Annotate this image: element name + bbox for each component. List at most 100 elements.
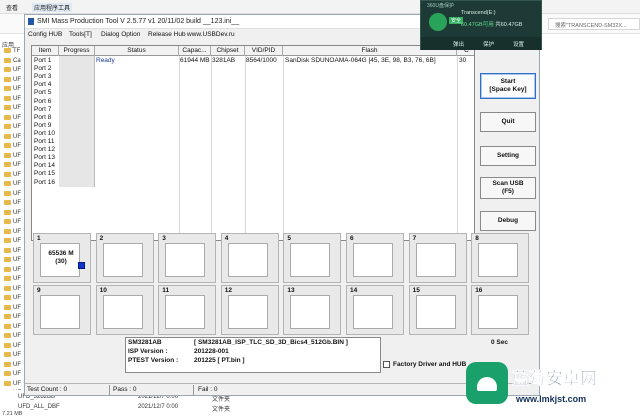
col-vidpid[interactable]: VID/PID xyxy=(245,46,283,56)
port-row[interactable]: Port 7 xyxy=(32,106,474,114)
nav-folder-item[interactable]: UF xyxy=(4,152,21,159)
ribbon-tab-view[interactable]: 查看 xyxy=(6,3,18,12)
nav-folder-item[interactable]: UF xyxy=(4,162,21,168)
port-row[interactable]: Port 1 Ready 61944 MB 3281AB 8564/1000 SanDis… xyxy=(32,57,474,65)
menu-tools[interactable]: Tools[T] xyxy=(69,31,92,38)
nav-folder-item[interactable]: UF xyxy=(4,209,21,216)
menu-dialog-option[interactable]: Dialog Option xyxy=(101,31,140,38)
port-status-led-icon xyxy=(78,262,85,269)
nav-folder-label: UF xyxy=(13,181,21,188)
port-box-1[interactable]: 1 65536 M (30) xyxy=(33,233,91,283)
nav-folder-item[interactable]: UF xyxy=(4,257,21,263)
col-progress[interactable]: Progress xyxy=(59,46,95,56)
nav-folder-item[interactable]: UF xyxy=(4,380,21,387)
port-box-6[interactable]: 6 xyxy=(346,233,404,283)
port-row[interactable]: Port 9 xyxy=(32,122,474,130)
port-box-13[interactable]: 13 xyxy=(283,285,342,335)
checkbox-box[interactable] xyxy=(383,361,390,368)
port-row[interactable]: Port 6 xyxy=(32,98,474,106)
nav-folder-item[interactable]: UF xyxy=(4,276,21,282)
nav-folder-item[interactable]: UF xyxy=(4,333,21,339)
port-box-4[interactable]: 4 xyxy=(220,233,279,283)
port-row[interactable]: Port 12 xyxy=(32,146,474,154)
explorer-search-input[interactable]: 搜索"TRANSCEND-SM32X... xyxy=(548,18,640,30)
nav-folder-item[interactable]: UF xyxy=(4,228,21,235)
nav-folder-item[interactable]: UF xyxy=(4,86,21,92)
port-box-16[interactable]: 16 xyxy=(471,285,530,335)
port-row[interactable]: Port 5 xyxy=(32,89,474,97)
quit-button[interactable]: Quit xyxy=(480,112,536,132)
nav-folder-item[interactable]: UF xyxy=(4,200,21,206)
port-box-8[interactable]: 8 xyxy=(471,233,530,283)
nav-folder-item[interactable]: UF xyxy=(4,67,21,73)
port-box-12[interactable]: 12 xyxy=(220,285,279,335)
fail-count: Fail : 0 xyxy=(198,386,218,393)
factory-driver-checkbox[interactable]: Factory Driver and HUB xyxy=(383,361,466,368)
nav-folder-item[interactable]: UF xyxy=(4,266,21,273)
nav-folder-item[interactable]: UF xyxy=(4,352,21,358)
col-chipset[interactable]: Chipset xyxy=(211,46,245,56)
nav-folder-item[interactable]: UF xyxy=(4,219,21,225)
nav-folder-item[interactable]: UF xyxy=(4,342,21,349)
debug-button[interactable]: Debug xyxy=(480,211,536,231)
ribbon-tab-app-tools[interactable]: 应用程序工具 xyxy=(32,3,73,12)
nav-folder-item[interactable]: UF xyxy=(4,133,21,140)
port-box-number: 10 xyxy=(99,287,107,294)
nav-folder-item[interactable]: UF xyxy=(4,238,21,244)
col-status[interactable]: Status xyxy=(95,46,179,56)
port-box-9[interactable]: 9 xyxy=(33,285,91,335)
nav-folder-item[interactable]: UF xyxy=(4,95,21,102)
nav-folder-item[interactable]: UF xyxy=(4,190,21,197)
port-row[interactable]: Port 13 xyxy=(32,154,474,162)
port-box-7[interactable]: 7 xyxy=(408,233,467,283)
nav-folder-item[interactable]: TF xyxy=(4,48,20,54)
scan-usb-button[interactable]: Scan USB (F5) xyxy=(480,177,536,199)
nav-folder-item[interactable]: UF xyxy=(4,323,21,330)
settings-action[interactable]: 设置 xyxy=(513,40,524,48)
port-box-11[interactable]: 11 xyxy=(158,285,217,335)
port-box-2[interactable]: 2 xyxy=(95,233,154,283)
nav-folder-item[interactable]: UF xyxy=(4,285,21,292)
nav-folder-item[interactable]: UF xyxy=(4,171,21,178)
port-row[interactable]: Port 2 xyxy=(32,65,474,73)
nav-folder-item[interactable]: UF xyxy=(4,124,21,130)
col-item[interactable]: Item xyxy=(32,46,59,56)
nav-folder-item[interactable]: UF xyxy=(4,76,21,83)
port-box-number: 14 xyxy=(350,287,358,294)
port-row[interactable]: Port 16 xyxy=(32,179,474,187)
eject-action[interactable]: 弹出 xyxy=(453,40,464,48)
nav-folder-item[interactable]: UF xyxy=(4,247,21,254)
port-box-3[interactable]: 3 xyxy=(158,233,217,283)
nav-folder-item[interactable]: UF xyxy=(4,314,21,320)
menu-release-hub[interactable]: Release Hub xyxy=(148,31,186,38)
nav-folder-item[interactable]: UF xyxy=(4,105,21,111)
menu-config-hub[interactable]: Config HUB xyxy=(28,31,62,38)
col-capacity[interactable]: Capac... xyxy=(179,46,211,56)
nav-folder-label: UF xyxy=(13,114,21,121)
port-row[interactable]: Port 14 xyxy=(32,162,474,170)
nav-folder-item[interactable]: UF xyxy=(4,295,21,301)
setting-button[interactable]: Setting xyxy=(480,146,536,166)
port-row[interactable]: Port 15 xyxy=(32,170,474,178)
port-box-14[interactable]: 14 xyxy=(346,285,404,335)
nav-folder-item[interactable]: Ca xyxy=(4,57,21,64)
port-row[interactable]: Port 11 xyxy=(32,138,474,146)
protect-action[interactable]: 保护 xyxy=(483,40,494,48)
port-row[interactable]: Port 3 xyxy=(32,73,474,81)
folder-icon xyxy=(4,86,11,91)
port-box-5[interactable]: 5 xyxy=(283,233,342,283)
nav-folder-item[interactable]: UF xyxy=(4,371,21,377)
nav-folder-item[interactable]: UF xyxy=(4,114,21,121)
test-count: Test Count : 0 xyxy=(27,386,68,393)
port-box-15[interactable]: 15 xyxy=(408,285,467,335)
nav-folder-item[interactable]: UF xyxy=(4,143,21,149)
port-row[interactable]: Port 8 xyxy=(32,114,474,122)
port-row[interactable]: Port 10 xyxy=(32,130,474,138)
menu-website[interactable]: www.USBDev.ru xyxy=(187,31,235,38)
port-box-10[interactable]: 10 xyxy=(95,285,154,335)
start-button[interactable]: Start [Space Key] xyxy=(480,73,536,99)
nav-folder-item[interactable]: UF xyxy=(4,304,21,311)
nav-folder-item[interactable]: UF xyxy=(4,181,21,187)
port-row[interactable]: Port 4 xyxy=(32,81,474,89)
nav-folder-item[interactable]: UF xyxy=(4,361,21,368)
